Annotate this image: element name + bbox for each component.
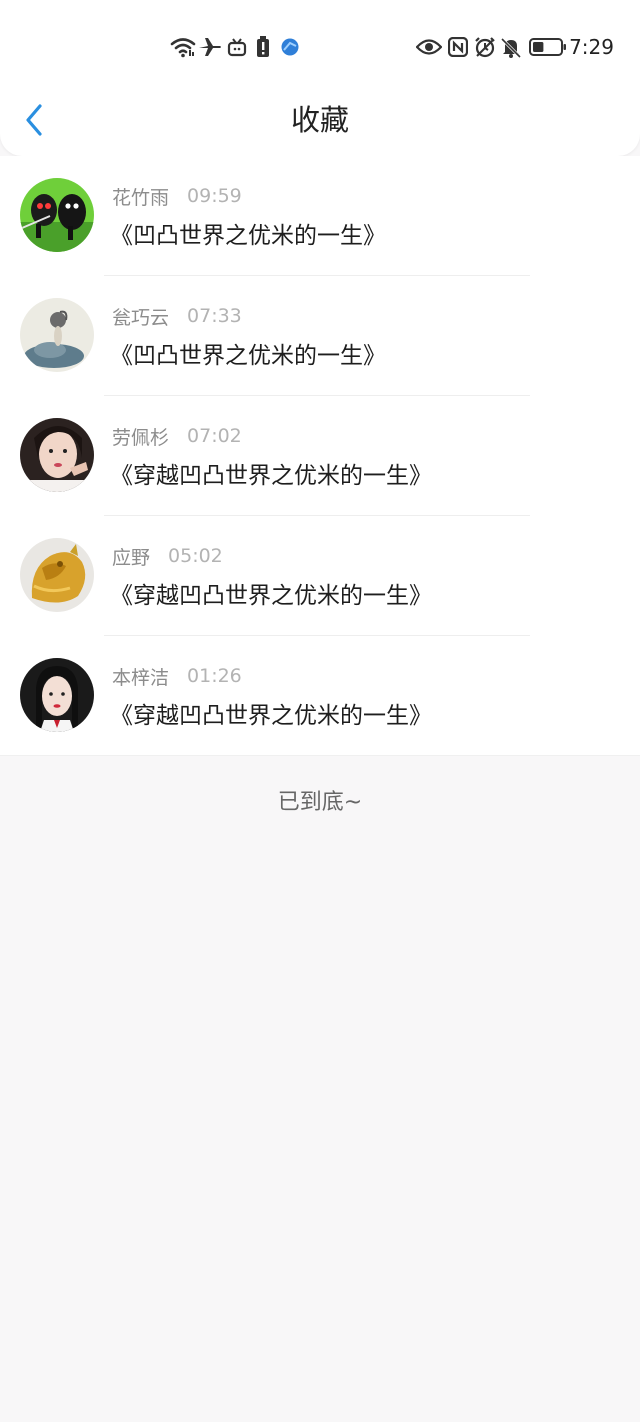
avatar bbox=[20, 418, 94, 492]
book-title: 《穿越凹凸世界之优米的一生》 bbox=[110, 463, 432, 489]
eye-icon bbox=[415, 30, 443, 64]
book-title: 《穿越凹凸世界之优米的一生》 bbox=[110, 703, 432, 729]
battery-icon bbox=[528, 30, 568, 64]
item-meta: 花竹雨 09:59 bbox=[112, 182, 242, 210]
user-name: 劳佩杉 bbox=[112, 426, 170, 449]
browser-icon bbox=[279, 30, 301, 64]
item-time: 05:02 bbox=[168, 545, 223, 567]
status-time: 7:29 bbox=[569, 35, 614, 59]
page-title: 收藏 bbox=[290, 103, 349, 137]
status-bar: 7:29 bbox=[0, 30, 640, 64]
item-time: 09:59 bbox=[187, 185, 242, 207]
wifi-icon bbox=[170, 30, 196, 64]
user-name: 花竹雨 bbox=[112, 186, 170, 209]
list-item[interactable]: 本梓洁 01:26 《穿越凹凸世界之优米的一生》 bbox=[0, 636, 640, 756]
list-item[interactable]: 花竹雨 09:59 《凹凸世界之优米的一生》 bbox=[0, 156, 640, 276]
item-time: 01:26 bbox=[187, 665, 242, 687]
battery-alert-icon bbox=[254, 30, 272, 64]
item-meta: 劳佩杉 07:02 bbox=[112, 422, 242, 450]
avatar bbox=[20, 658, 94, 732]
list-item[interactable]: 瓮巧云 07:33 《凹凸世界之优米的一生》 bbox=[0, 276, 640, 396]
user-name: 应野 bbox=[112, 546, 151, 569]
list-item[interactable]: 应野 05:02 《穿越凹凸世界之优米的一生》 bbox=[0, 516, 640, 636]
avatar bbox=[20, 538, 94, 612]
favorites-list: 花竹雨 09:59 《凹凸世界之优米的一生》 瓮巧云 07:33 《凹凸世界之优… bbox=[0, 156, 640, 756]
top-panel: 7:29 收藏 bbox=[0, 0, 640, 156]
list-item[interactable]: 劳佩杉 07:02 《穿越凹凸世界之优米的一生》 bbox=[0, 396, 640, 516]
end-of-list-text: 已到底~ bbox=[277, 790, 363, 815]
nav-bar: 收藏 bbox=[0, 90, 640, 154]
book-title: 《凹凸世界之优米的一生》 bbox=[110, 223, 386, 249]
airplane-icon bbox=[198, 30, 222, 64]
user-name: 瓮巧云 bbox=[112, 306, 170, 329]
item-time: 07:02 bbox=[187, 425, 242, 447]
book-title: 《凹凸世界之优米的一生》 bbox=[110, 343, 386, 369]
item-time: 07:33 bbox=[187, 305, 242, 327]
nfc-icon bbox=[446, 30, 470, 64]
avatar bbox=[20, 298, 94, 372]
avatar bbox=[20, 178, 94, 252]
item-meta: 瓮巧云 07:33 bbox=[112, 302, 242, 330]
alarm-icon bbox=[473, 30, 497, 64]
bell-off-icon bbox=[499, 30, 523, 64]
book-title: 《穿越凹凸世界之优米的一生》 bbox=[110, 583, 432, 609]
tv-icon bbox=[226, 30, 248, 64]
user-name: 本梓洁 bbox=[112, 666, 170, 689]
item-meta: 本梓洁 01:26 bbox=[112, 662, 242, 690]
divider bbox=[0, 755, 640, 756]
item-meta: 应野 05:02 bbox=[112, 542, 223, 570]
